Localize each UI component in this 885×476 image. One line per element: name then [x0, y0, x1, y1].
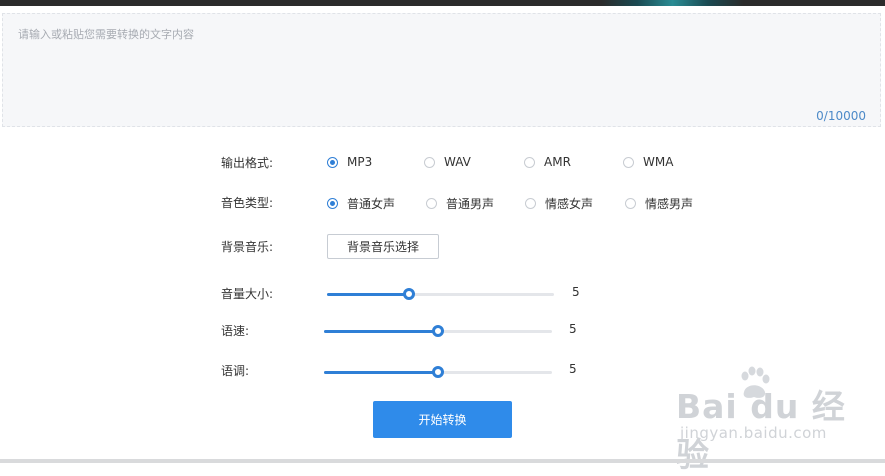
radio-icon	[524, 156, 535, 168]
format-option-mp3[interactable]: MP3	[327, 155, 372, 169]
volume-label: 音量大小:	[221, 287, 274, 301]
pitch-value: 5	[569, 362, 577, 376]
radio-icon	[327, 198, 338, 209]
slider-fill	[327, 293, 409, 296]
voice-option-male[interactable]: 普通男声	[426, 195, 494, 212]
pitch-label: 语调:	[221, 364, 250, 378]
text-input[interactable]	[3, 14, 880, 126]
speed-value: 5	[569, 322, 577, 336]
voice-label: 音色类型:	[221, 196, 274, 210]
format-option-wav[interactable]: WAV	[424, 155, 471, 169]
bgm-select-button[interactable]: 背景音乐选择	[327, 234, 439, 259]
bgm-label: 背景音乐:	[221, 240, 274, 254]
speed-slider[interactable]	[324, 324, 552, 338]
radio-icon	[625, 198, 636, 209]
slider-thumb-icon[interactable]	[432, 325, 444, 337]
bottom-divider	[0, 459, 885, 463]
radio-icon	[424, 156, 435, 168]
radio-icon	[327, 156, 338, 168]
voice-option-emotional-male[interactable]: 情感男声	[625, 195, 693, 212]
voice-option-female[interactable]: 普通女声	[327, 195, 395, 212]
watermark-url: jingyan.baidu.com	[680, 424, 827, 442]
format-label: 输出格式:	[221, 156, 274, 170]
volume-slider[interactable]	[327, 287, 554, 301]
top-header-bar	[0, 0, 885, 6]
slider-thumb-icon[interactable]	[402, 288, 415, 300]
char-counter: 0/10000	[816, 109, 866, 123]
baidu-jingyan-watermark: Bai du 经验 jingyan.baidu.com	[676, 366, 846, 474]
voice-option-emotional-female[interactable]: 情感女声	[525, 195, 593, 212]
text-input-area: 0/10000	[2, 13, 881, 127]
start-convert-button[interactable]: 开始转换	[373, 401, 512, 438]
slider-fill	[324, 330, 438, 333]
speed-label: 语速:	[221, 324, 250, 338]
radio-icon	[623, 156, 634, 168]
slider-thumb-icon[interactable]	[432, 366, 444, 378]
radio-icon	[426, 198, 437, 209]
volume-value: 5	[572, 285, 580, 299]
slider-fill	[324, 371, 438, 374]
pitch-slider[interactable]	[324, 365, 552, 379]
format-option-wma[interactable]: WMA	[623, 155, 673, 169]
radio-icon	[525, 198, 536, 209]
format-option-amr[interactable]: AMR	[524, 155, 571, 169]
